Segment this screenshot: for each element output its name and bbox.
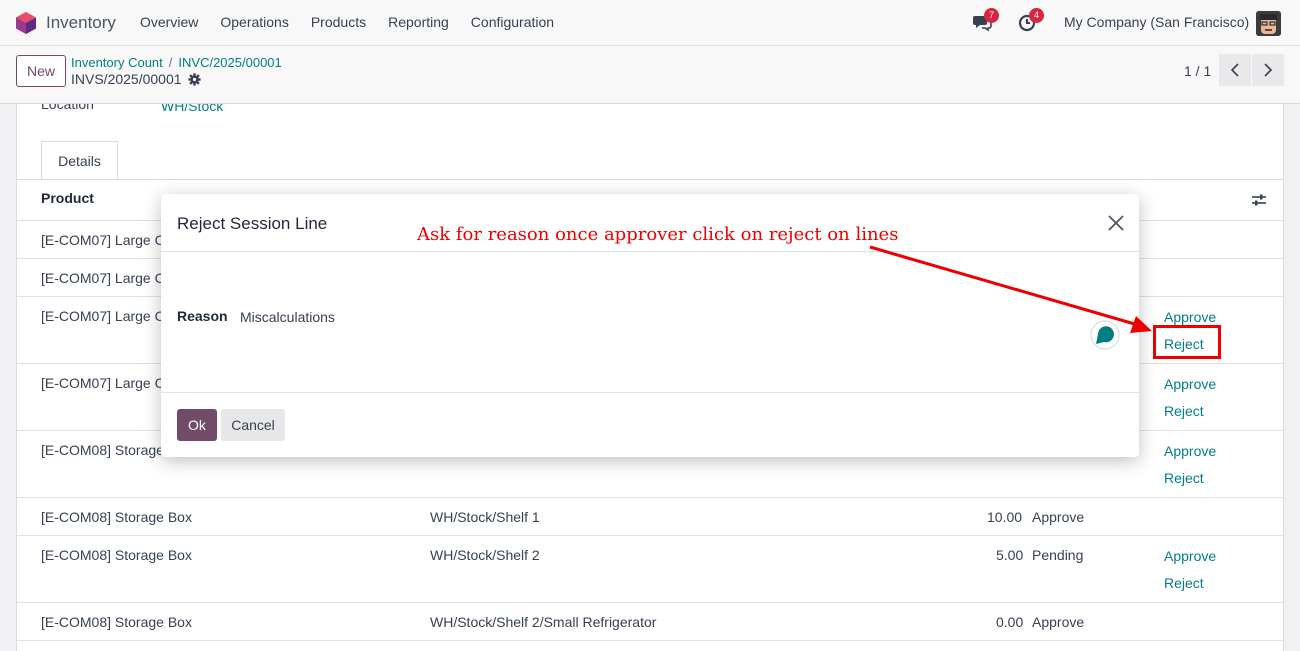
breadcrumb-separator: / — [168, 55, 173, 70]
user-avatar[interactable] — [1256, 11, 1281, 36]
table-row[interactable]: [E-COM08] Storage Box WH/Stock/Shelf 1 1… — [17, 497, 1283, 535]
row-location: WH/Stock/Shelf 2/Small Refrigerator — [430, 614, 657, 630]
messages-button[interactable]: 7 — [972, 8, 999, 34]
row-state: Pending — [1032, 547, 1084, 563]
table-row — [17, 640, 1283, 650]
row-product: [E-COM07] Large Ca — [41, 375, 173, 391]
control-panel: New Inventory Count / INVC/2025/00001 INVS… — [0, 46, 1300, 104]
reason-input[interactable]: Miscalculations — [240, 309, 335, 325]
reason-label: Reason — [177, 308, 228, 324]
menu-products[interactable]: Products — [311, 14, 366, 30]
tab-details[interactable]: Details — [41, 141, 118, 180]
row-product: [E-COM08] Storage Box — [41, 614, 192, 630]
approve-button[interactable]: Approve — [1164, 309, 1216, 325]
breadcrumb-inventory-count[interactable]: Inventory Count — [71, 55, 163, 70]
chevron-left-icon — [1230, 63, 1239, 77]
row-product: [E-COM08] Storage Box — [41, 547, 192, 563]
row-product: [E-COM08] Storage Box — [41, 509, 192, 525]
breadcrumb-invc[interactable]: INVC/2025/00001 — [178, 55, 281, 70]
record-name: INVS/2025/00001 — [71, 71, 182, 87]
menu-overview[interactable]: Overview — [140, 14, 198, 30]
menu-configuration[interactable]: Configuration — [471, 14, 554, 30]
approve-button[interactable]: Approve — [1164, 376, 1216, 392]
assistant-bubble-icon[interactable] — [1090, 320, 1120, 350]
breadcrumb: Inventory Count / INVC/2025/00001 — [71, 55, 282, 70]
table-row[interactable]: [E-COM08] Storage Box WH/Stock/Shelf 2/S… — [17, 602, 1283, 640]
row-product: [E-COM07] Large Ca — [41, 308, 173, 324]
activities-badge: 4 — [1029, 8, 1044, 23]
menu-reporting[interactable]: Reporting — [388, 14, 449, 30]
inventory-app-icon[interactable] — [16, 12, 36, 34]
company-switcher[interactable]: My Company (San Francisco) — [1064, 14, 1249, 30]
pager-next-button[interactable] — [1252, 54, 1284, 86]
row-product: [E-COM07] Large Ca — [41, 270, 173, 286]
pager-value[interactable]: 1 / 1 — [1184, 63, 1211, 79]
row-product: [E-COM08] Storage — [41, 442, 164, 458]
gear-icon[interactable] — [187, 72, 201, 86]
row-quantity: 10.00 — [987, 509, 1023, 525]
menu-operations[interactable]: Operations — [220, 14, 288, 30]
annotation-text: Ask for reason once approver click on re… — [417, 224, 899, 245]
pager-previous-button[interactable] — [1219, 54, 1251, 86]
row-quantity: 5.00 — [996, 547, 1024, 563]
reject-button[interactable]: Reject — [1164, 470, 1204, 486]
chevron-right-icon — [1264, 63, 1273, 77]
ok-button[interactable]: Ok — [177, 409, 217, 441]
new-button[interactable]: New — [16, 55, 66, 87]
row-state: Approve — [1032, 509, 1085, 525]
optional-columns-icon[interactable] — [1251, 192, 1267, 208]
top-navbar: Inventory Overview Operations Products R… — [0, 0, 1300, 46]
main-menu: Overview Operations Products Reporting C… — [140, 14, 576, 30]
location-label: Location — [41, 104, 94, 112]
dialog-header-divider — [161, 251, 1139, 252]
table-row[interactable]: [E-COM08] Storage Box WH/Stock/Shelf 2 5… — [17, 535, 1283, 602]
cancel-button[interactable]: Cancel — [221, 409, 285, 441]
approve-button[interactable]: Approve — [1164, 548, 1216, 564]
record-title: INVS/2025/00001 — [71, 71, 201, 87]
app-name[interactable]: Inventory — [46, 13, 116, 33]
row-quantity: 0.00 — [996, 614, 1024, 630]
approve-button[interactable]: Approve — [1164, 443, 1216, 459]
reject-button[interactable]: Reject — [1164, 403, 1204, 419]
reject-button[interactable]: Reject — [1164, 575, 1204, 591]
row-state: Approve — [1032, 614, 1085, 630]
row-location: WH/Stock/Shelf 2 — [430, 547, 540, 563]
row-location: WH/Stock/Shelf 1 — [430, 509, 540, 525]
dialog-title: Reject Session Line — [177, 214, 328, 233]
reject-highlight-box — [1153, 325, 1221, 359]
messages-badge: 7 — [984, 8, 999, 23]
tab-divider — [17, 179, 1283, 180]
close-icon[interactable] — [1107, 214, 1125, 232]
activities-button[interactable]: 4 — [1017, 8, 1044, 34]
location-value[interactable]: WH/Stock — [161, 104, 223, 114]
dialog-footer-divider — [161, 392, 1139, 393]
row-product: [E-COM07] Large Ca — [41, 232, 173, 248]
avatar-icon — [1256, 11, 1281, 36]
column-header-product[interactable]: Product — [41, 190, 94, 206]
